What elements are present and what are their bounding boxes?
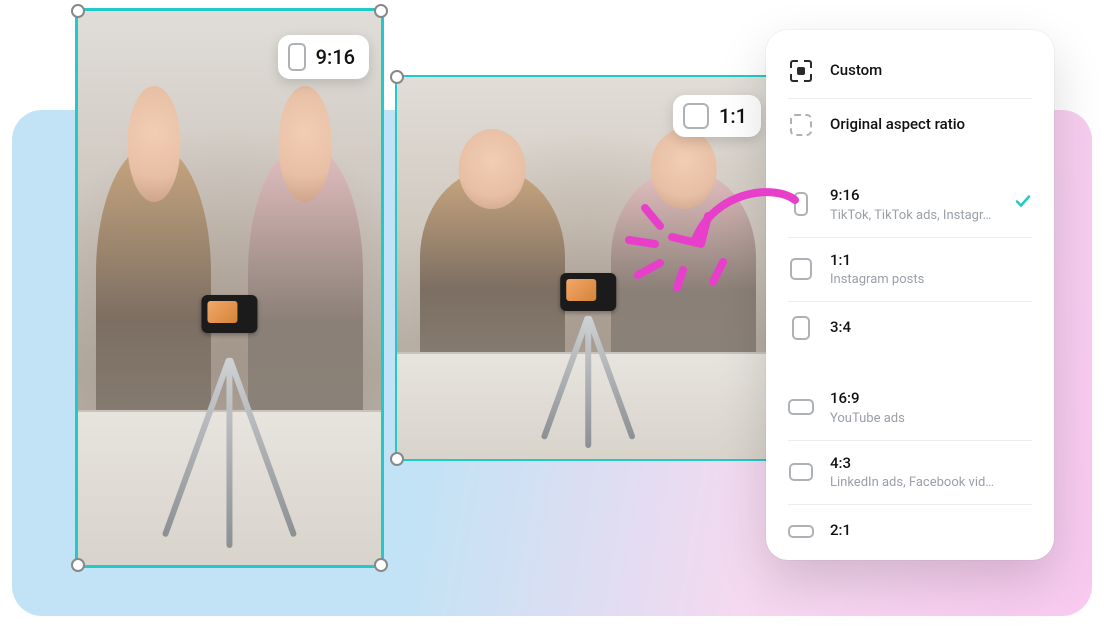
ratio-2-1-icon <box>788 518 814 544</box>
option-label: Custom <box>830 61 1032 81</box>
ratio-pill-9-16[interactable]: 9:16 <box>278 35 369 79</box>
custom-crop-icon <box>788 58 814 84</box>
aspect-option-1-1[interactable]: 1:1 Instagram posts <box>766 237 1054 302</box>
option-label: 3:4 <box>830 318 1032 338</box>
aspect-option-9-16[interactable]: 9:16 TikTok, TikTok ads, Instagr… <box>766 172 1054 237</box>
resize-handle-bottom-right[interactable] <box>374 558 388 572</box>
option-label: 16:9 <box>830 389 1032 409</box>
ratio-pill-label: 9:16 <box>316 45 355 69</box>
ratio-3-4-icon <box>788 315 814 341</box>
crop-frame-9-16[interactable]: 9:16 <box>75 8 384 568</box>
resize-handle-top-left[interactable] <box>390 70 404 84</box>
aspect-ratio-panel: Custom Original aspect ratio 9:16 TikTok… <box>766 30 1054 560</box>
option-sublabel: TikTok, TikTok ads, Instagr… <box>830 208 1032 223</box>
aspect-option-3-4[interactable]: 3:4 <box>766 301 1054 355</box>
ratio-pill-1-1[interactable]: 1:1 <box>673 95 761 137</box>
resize-handle-bottom-left[interactable] <box>71 558 85 572</box>
ratio-pill-label: 1:1 <box>719 104 747 128</box>
preview-image-portrait <box>78 11 381 565</box>
aspect-option-4-3[interactable]: 4:3 LinkedIn ads, Facebook vid… <box>766 440 1054 505</box>
option-sublabel: Instagram posts <box>830 272 1032 287</box>
option-sublabel: LinkedIn ads, Facebook vid… <box>830 475 1032 490</box>
ratio-4-3-icon <box>788 459 814 485</box>
option-label: 2:1 <box>830 521 1032 541</box>
ratio-16-9-icon <box>788 394 814 420</box>
checkmark-icon <box>1014 193 1032 216</box>
resize-handle-bottom-left[interactable] <box>390 452 404 466</box>
ratio-1-1-icon <box>788 256 814 282</box>
ratio-9-16-icon <box>788 191 814 217</box>
resize-handle-top-right[interactable] <box>374 4 388 18</box>
resize-handle-top-left[interactable] <box>71 4 85 18</box>
original-ratio-icon <box>788 112 814 138</box>
option-label: 9:16 <box>830 186 1032 206</box>
option-label: Original aspect ratio <box>830 115 1032 135</box>
aspect-option-original[interactable]: Original aspect ratio <box>766 98 1054 152</box>
aspect-option-2-1[interactable]: 2:1 <box>766 504 1054 558</box>
crop-frame-1-1[interactable]: 1:1 <box>395 75 781 461</box>
aspect-option-16-9[interactable]: 16:9 YouTube ads <box>766 375 1054 440</box>
ratio-glyph-1-1-icon <box>683 103 709 129</box>
aspect-option-custom[interactable]: Custom <box>766 44 1054 98</box>
ratio-glyph-9-16-icon <box>288 43 306 71</box>
option-label: 4:3 <box>830 454 1032 474</box>
option-label: 1:1 <box>830 251 1032 271</box>
option-sublabel: YouTube ads <box>830 411 1032 426</box>
